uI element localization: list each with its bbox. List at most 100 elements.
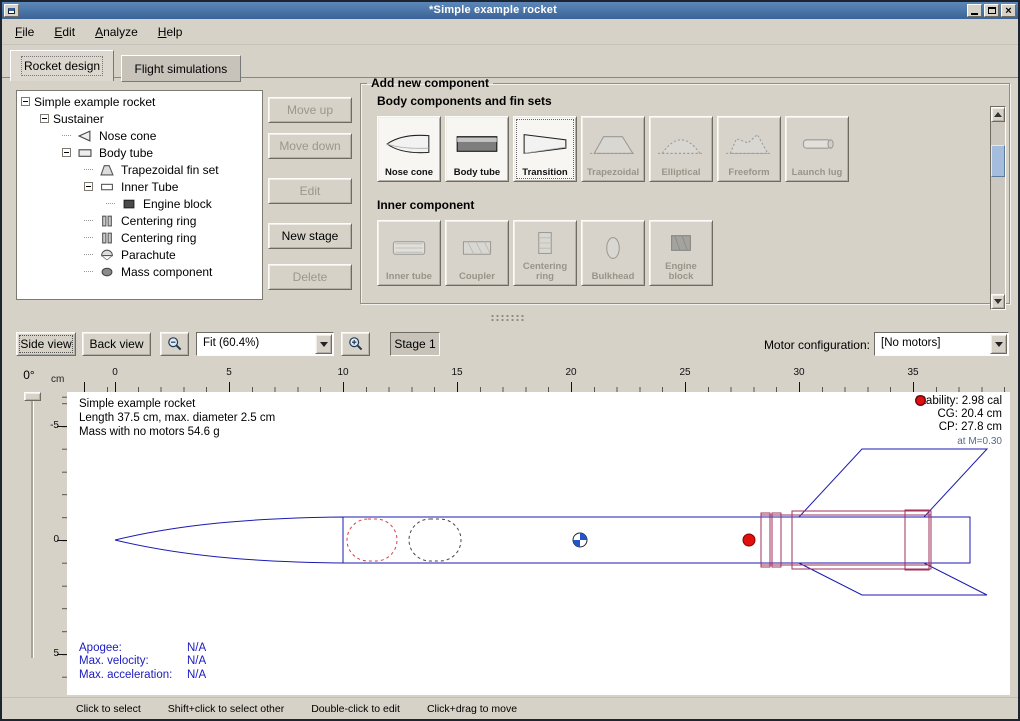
combo-arrow-button[interactable] [315,334,332,354]
stage-1-toggle[interactable]: Stage 1 [390,332,440,356]
collapse-icon[interactable] [40,114,49,123]
tree-item-centering-ring-2[interactable]: Centering ring [17,229,262,246]
inner-tube-icon [97,180,117,193]
elliptical-fin-icon [657,130,705,158]
rocket-dimensions: Length 37.5 cm, max. diameter 2.5 cm [79,411,275,425]
combo-arrow-button[interactable] [990,334,1007,354]
body-components-row: Nose cone Body tube Transition Trapezoid… [377,116,1009,182]
add-body-tube-button[interactable]: Body tube [445,116,509,182]
mach-condition: at M=0.30 [915,435,1002,448]
mass-component-outline[interactable] [409,519,461,561]
centering-ring-outline[interactable] [772,513,781,567]
tree-item-mass-component[interactable]: Mass component [17,263,262,280]
add-elliptical-fin-button[interactable]: Elliptical [649,116,713,182]
splitter[interactable] [2,308,1018,326]
tree-item-sustainer[interactable]: Sustainer [17,110,262,127]
menu-file[interactable]: File [6,21,43,43]
tree-item-nose-cone[interactable]: Nose cone [17,127,262,144]
hint-double-click: Double-click to edit [311,703,400,715]
rocket-info: Simple example rocket Length 37.5 cm, ma… [79,397,275,439]
chevron-down-icon [320,342,328,351]
menu-help[interactable]: Help [149,21,192,43]
transition-icon [521,130,569,158]
apogee-label: Apogee: [79,642,187,656]
tree-item-body-tube[interactable]: Body tube [17,144,262,161]
maximize-button[interactable] [984,4,999,17]
parachute-outline[interactable] [347,519,397,561]
scroll-up-button[interactable] [991,107,1005,122]
add-launch-lug-button[interactable]: Launch lug [785,116,849,182]
component-scrollbar[interactable] [990,106,1006,310]
tree-item-parachute[interactable]: Parachute [17,246,262,263]
add-coupler-button[interactable]: Coupler [445,220,509,286]
zoom-in-button[interactable] [341,332,370,356]
edit-button[interactable]: Edit [268,178,352,204]
trapezoidal-fin-icon [97,163,117,176]
add-component-group: Add new component Body components and fi… [360,76,1010,304]
maximize-icon [988,7,996,14]
engine-block-outline[interactable] [761,513,770,567]
add-inner-tube-button[interactable]: Inner tube [377,220,441,286]
add-bulkhead-button[interactable]: Bulkhead [581,220,645,286]
tree-item-inner-tube[interactable]: Inner Tube [17,178,262,195]
tab-rocket-design[interactable]: Rocket design [10,50,114,81]
engine-block-icon [657,229,705,257]
collapse-icon[interactable] [21,97,30,106]
inner-components-row: Inner tube Coupler Centering ring Bulkhe… [377,220,1009,286]
side-view-button[interactable]: Side view [16,332,76,356]
centering-ring-icon [97,231,117,244]
hint-shift-click: Shift+click to select other [168,703,284,715]
add-centering-ring-button[interactable]: Centering ring [513,220,577,286]
trapezoidal-fin-icon [589,130,637,158]
nose-cone-outline[interactable] [115,517,343,563]
move-up-button[interactable]: Move up [268,97,352,123]
add-nose-cone-button[interactable]: Nose cone [377,116,441,182]
scrollbar-thumb[interactable] [991,145,1005,177]
minimize-button[interactable] [967,4,982,17]
body-tube-outline[interactable] [343,517,970,563]
back-view-button[interactable]: Back view [82,332,151,356]
component-tree[interactable]: Simple example rocket Sustainer Nose con… [16,90,263,300]
motor-mount-outline[interactable] [792,511,931,569]
delete-button[interactable]: Delete [268,264,352,290]
menu-analyze[interactable]: Analyze [86,21,147,43]
vertical-ruler: -5 0 5 [46,392,67,695]
motor-configuration-select[interactable]: [No motors] [874,332,1009,356]
coupler-icon [453,234,501,262]
tree-item-fin-set[interactable]: Trapezoidal fin set [17,161,262,178]
collapse-icon[interactable] [84,182,93,191]
cp-value: CP: 27.8 cm [939,421,1002,434]
add-transition-button[interactable]: Transition [513,116,577,182]
rotation-slider-thumb[interactable] [24,392,41,401]
zoom-level-select[interactable]: Fit (60.4%) [196,332,334,356]
rocket-canvas[interactable]: Simple example rocket Length 37.5 cm, ma… [67,392,1010,695]
new-stage-button[interactable]: New stage [268,223,352,249]
add-trapezoidal-fin-button[interactable]: Trapezoidal [581,116,645,182]
collapse-icon[interactable] [62,148,71,157]
nose-cone-icon [385,130,433,158]
scroll-down-button[interactable] [991,294,1005,309]
system-menu-button[interactable] [4,4,19,17]
cp-marker [743,534,755,546]
bulkhead-icon [589,234,637,262]
add-engine-block-button[interactable]: Engine block [649,220,713,286]
motor-configuration-value: [No motors] [881,337,940,349]
minimize-icon [971,13,978,15]
close-button[interactable]: × [1001,4,1016,17]
rotation-slider-track[interactable] [31,394,34,658]
aft-centering-ring-outline[interactable] [905,510,929,570]
zoom-out-button[interactable] [160,332,189,356]
max-velocity-label: Max. velocity: [79,655,187,669]
add-freeform-fin-button[interactable]: Freeform [717,116,781,182]
tab-flight-simulations[interactable]: Flight simulations [121,55,242,82]
tree-item-engine-block[interactable]: Engine block [17,195,262,212]
tree-item-rocket[interactable]: Simple example rocket [17,93,262,110]
upper-fin-outline[interactable] [799,449,987,517]
menu-edit[interactable]: Edit [45,21,84,43]
tree-item-centering-ring-1[interactable]: Centering ring [17,212,262,229]
lower-fin-outline[interactable] [799,563,987,595]
max-acceleration-label: Max. acceleration: [79,669,187,683]
body-tube-icon [75,146,95,159]
move-down-button[interactable]: Move down [268,133,352,159]
splitter-grip-icon [490,314,524,322]
